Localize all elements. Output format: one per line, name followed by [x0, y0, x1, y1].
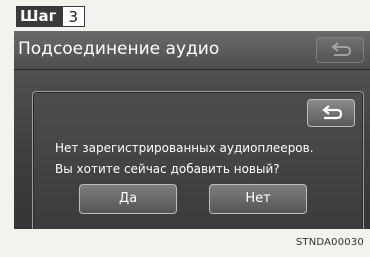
return-arrow-icon [322, 105, 343, 120]
step-label: Шаг 3 [16, 6, 86, 27]
header-back-button [316, 37, 364, 63]
yes-button[interactable]: Да [79, 184, 177, 214]
message-line-1: Нет зарегистрированных аудиоплееров. [55, 141, 314, 155]
message-line-2: Вы хотите сейчас добавить новый? [55, 162, 280, 176]
confirm-dialog: Нет зарегистрированных аудиоплееров. Вы … [32, 91, 364, 229]
step-number: 3 [61, 6, 86, 27]
no-button[interactable]: Нет [209, 184, 307, 214]
figure-caption: STNDA00030 [295, 237, 364, 248]
return-arrow-icon [331, 42, 352, 56]
dialog-back-button[interactable] [307, 99, 355, 127]
screen-header: Подсоединение аудио [14, 31, 370, 70]
step-word: Шаг [16, 6, 62, 27]
screen-title: Подсоединение аудио [18, 39, 220, 59]
dialog-message: Нет зарегистрированных аудиоплееров. Вы … [55, 138, 314, 180]
device-screen: Подсоединение аудио Нет зарегистрированн… [14, 31, 370, 229]
